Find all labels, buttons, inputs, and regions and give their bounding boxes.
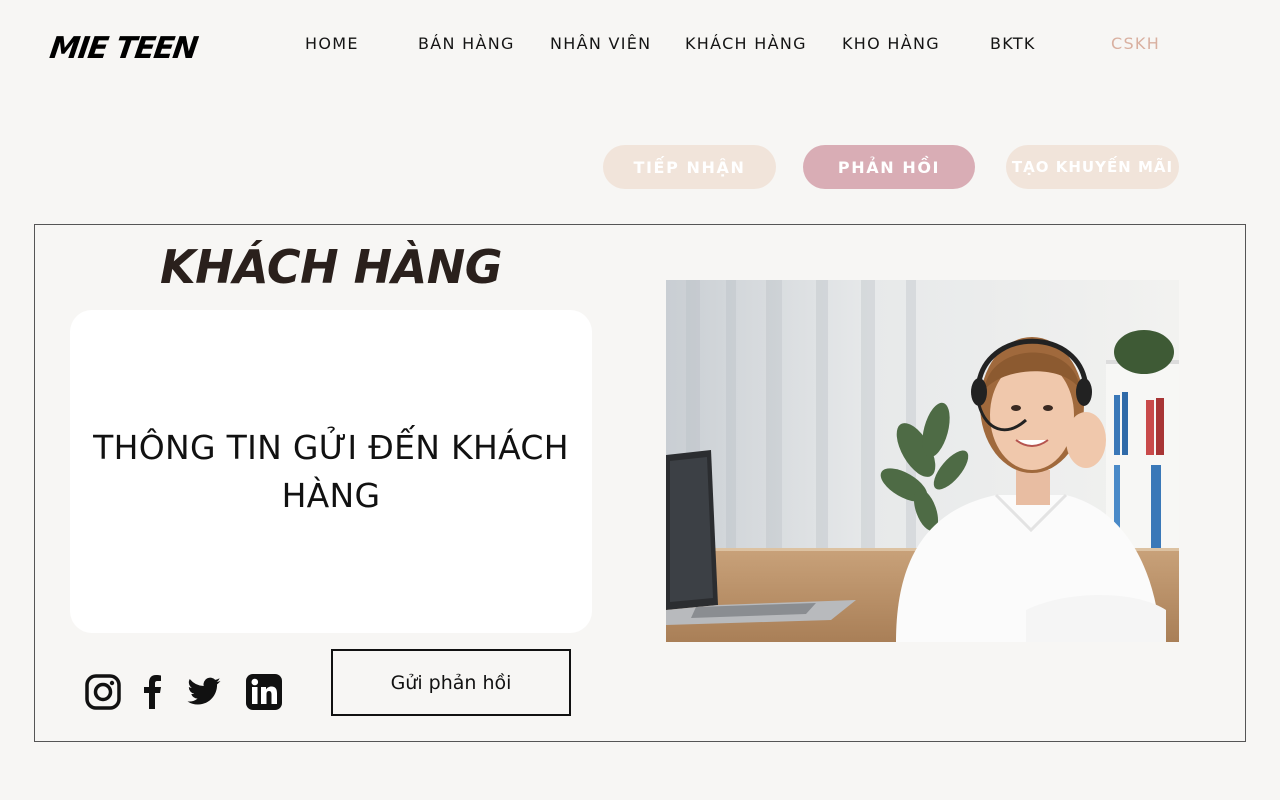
send-feedback-button[interactable]: Gửi phản hồi xyxy=(331,649,571,716)
nav-item-home[interactable]: HOME xyxy=(305,34,359,53)
instagram-icon[interactable] xyxy=(85,674,121,710)
nav-item-nhan-vien[interactable]: NHÂN VIÊN xyxy=(550,34,651,53)
message-card-text: THÔNG TIN GỬI ĐẾN KHÁCH HÀNG xyxy=(93,427,569,515)
twitter-icon[interactable] xyxy=(185,674,221,710)
tab-phan-hoi[interactable]: PHẢN HỒI xyxy=(803,145,975,189)
top-nav: HOME BÁN HÀNG NHÂN VIÊN KHÁCH HÀNG KHO H… xyxy=(0,34,1280,56)
linkedin-icon[interactable] xyxy=(246,674,282,710)
nav-item-cskh[interactable]: CSKH xyxy=(1111,34,1160,53)
message-card[interactable]: THÔNG TIN GỬI ĐẾN KHÁCH HÀNG xyxy=(70,310,592,633)
tab-tao-khuyen-mai[interactable]: TẠO KHUYẾN MÃI xyxy=(1006,145,1179,189)
page-title: KHÁCH HÀNG xyxy=(160,240,502,294)
nav-item-kho-hang[interactable]: KHO HÀNG xyxy=(842,34,940,53)
nav-item-ban-hang[interactable]: BÁN HÀNG xyxy=(418,34,515,53)
nav-item-khach-hang[interactable]: KHÁCH HÀNG xyxy=(685,34,807,53)
facebook-icon[interactable] xyxy=(135,674,171,710)
support-agent-image xyxy=(666,280,1179,642)
tab-tiep-nhan[interactable]: TIẾP NHẬN xyxy=(603,145,776,189)
page: MIE TEEN HOME BÁN HÀNG NHÂN VIÊN KHÁCH H… xyxy=(0,0,1280,800)
nav-item-bktk[interactable]: BKTK xyxy=(990,34,1036,53)
